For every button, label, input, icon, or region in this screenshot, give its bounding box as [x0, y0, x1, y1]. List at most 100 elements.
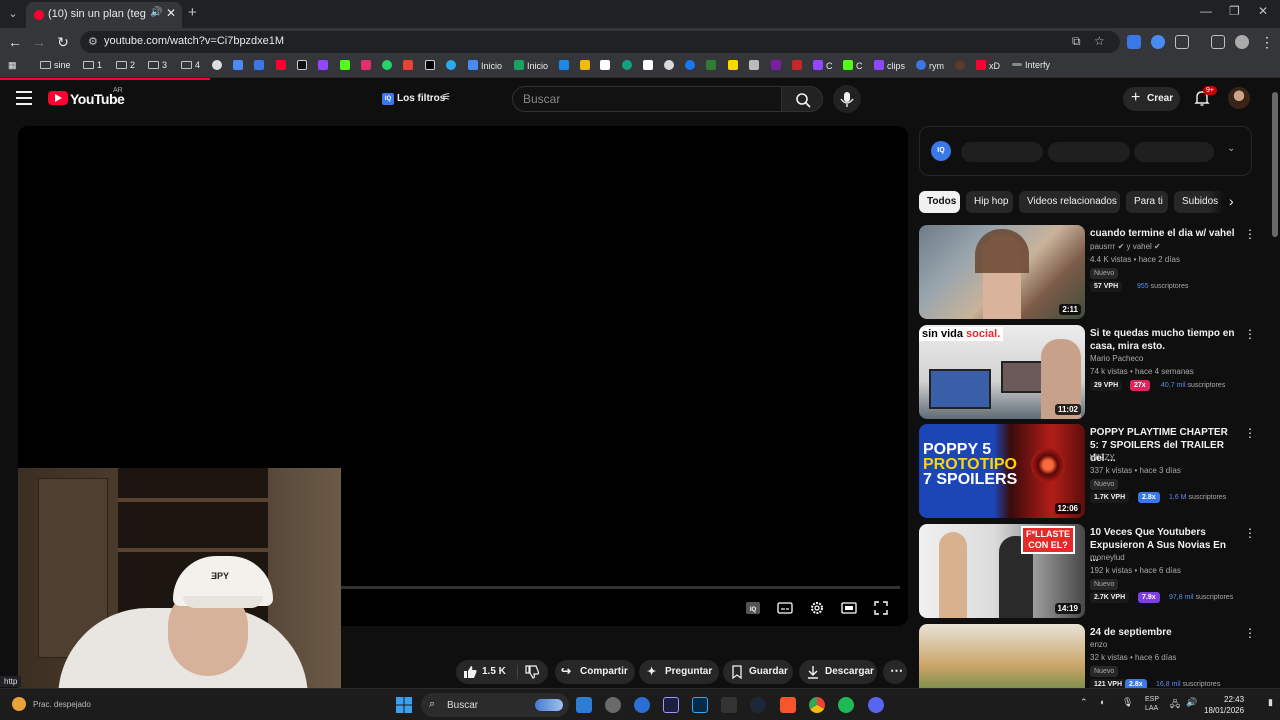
url-text[interactable]: youtube.com/watch?v=Ci7bpzdxe1M: [104, 35, 284, 47]
avatar[interactable]: [1228, 87, 1250, 109]
bookmark-c-1[interactable]: C: [813, 60, 833, 71]
channel-name[interactable]: Mario Pacheco: [1090, 354, 1143, 363]
chevron-down-icon[interactable]: ⌄: [1227, 143, 1235, 154]
extensions-puzzle-icon[interactable]: [1175, 35, 1189, 49]
search-input[interactable]: [523, 92, 773, 106]
back-icon[interactable]: ←: [6, 33, 24, 51]
volume-icon[interactable]: 🔊: [1186, 697, 1197, 708]
tray-chevron-icon[interactable]: ⌃: [1080, 697, 1088, 708]
bookmark-folder-3[interactable]: 3: [148, 60, 167, 70]
steam-icon[interactable]: [750, 697, 766, 713]
channel-name[interactable]: WIZZY: [1090, 453, 1115, 462]
window-close-icon[interactable]: ✕: [1258, 4, 1268, 18]
youtube-logo-icon[interactable]: [48, 91, 68, 105]
new-tab-button[interactable]: +: [188, 4, 197, 21]
reload-icon[interactable]: ↻: [54, 33, 72, 51]
forward-icon[interactable]: →: [30, 33, 48, 51]
subtitles-icon[interactable]: [776, 600, 794, 616]
bookmark-icon-9[interactable]: [706, 60, 719, 71]
more-vertical-icon[interactable]: ⋮: [1244, 426, 1256, 440]
share-button[interactable]: ↪ Compartir: [555, 660, 635, 684]
menu-icon[interactable]: [16, 91, 32, 105]
task-view-icon[interactable]: [576, 697, 592, 713]
bookmark-icon-14[interactable]: [955, 60, 968, 71]
create-button[interactable]: + Crear: [1123, 87, 1180, 111]
video-title[interactable]: 24 de septiembre: [1090, 626, 1235, 639]
bookmark-star-icon[interactable]: ☆: [1094, 34, 1105, 48]
apps-grid-icon[interactable]: ▦: [8, 60, 17, 71]
settings-gear-icon[interactable]: [808, 600, 826, 616]
taskbar-search[interactable]: ⌕ Buscar: [421, 693, 569, 717]
video-thumbnail[interactable]: [919, 624, 1085, 688]
bookmark-xd[interactable]: xD: [976, 60, 1000, 71]
channel-name[interactable]: pausrrr ✔ y vahel ✔: [1090, 242, 1161, 251]
dislike-icon[interactable]: [524, 664, 540, 680]
theater-mode-icon[interactable]: [840, 600, 858, 616]
bookmark-whatsapp[interactable]: [382, 60, 395, 71]
bookmark-gmail[interactable]: [403, 60, 416, 71]
language-indicator[interactable]: ESP LAA: [1145, 695, 1159, 713]
more-actions-button[interactable]: ⋯: [883, 660, 907, 684]
bookmark-icon-12[interactable]: [771, 60, 784, 71]
bookmark-facebook[interactable]: [685, 60, 698, 71]
bookmark-icon-11[interactable]: [749, 60, 762, 71]
page-scrollbar[interactable]: [1272, 82, 1278, 687]
fullscreen-icon[interactable]: [872, 600, 890, 616]
ask-button[interactable]: ✦ Preguntar: [639, 660, 719, 684]
video-title[interactable]: cuando termine el dia w/ vahel: [1090, 227, 1235, 240]
taskbar-app-icon[interactable]: [634, 697, 650, 713]
more-vertical-icon[interactable]: ⋮: [1244, 227, 1256, 241]
bookmark-binance[interactable]: [580, 60, 593, 71]
chrome-icon[interactable]: [809, 697, 825, 713]
extension-vpn-icon[interactable]: [1151, 35, 1165, 49]
bookmark-clips[interactable]: clips: [874, 60, 905, 71]
bookmark-inicio-1[interactable]: Inicio: [468, 60, 502, 71]
recommendation-item[interactable]: F*LLASTE CON EL? 14:19 10 Veces Que Youtu…: [919, 524, 1259, 618]
minimize-icon[interactable]: —: [1200, 4, 1212, 18]
bookmark-folder-4[interactable]: 4: [181, 60, 200, 70]
network-icon[interactable]: 🖧: [1170, 697, 1180, 713]
recommendation-item[interactable]: 24 de septiembre enzo 32 k vistas • hace…: [919, 624, 1259, 688]
discord-icon[interactable]: [868, 697, 884, 713]
tab-close-icon[interactable]: ✕: [166, 6, 176, 20]
chip-hip-hop[interactable]: Hip hop: [966, 191, 1013, 213]
install-app-icon[interactable]: ⧉: [1072, 34, 1081, 49]
speaker-icon[interactable]: 🔊: [150, 7, 162, 18]
bookmark-telegram[interactable]: [446, 60, 459, 71]
like-icon[interactable]: [462, 664, 478, 680]
chip-subidos[interactable]: Subidos: [1174, 191, 1224, 213]
taskbar-app-icon[interactable]: [605, 697, 621, 713]
filters-button[interactable]: IQ Los filtros ⚟: [376, 87, 458, 111]
bookmark-folder-2[interactable]: 2: [116, 60, 135, 70]
bookmark-folder-sine[interactable]: sine: [40, 60, 71, 70]
iq-player-icon[interactable]: IQ: [744, 600, 762, 616]
bookmark-icon-13[interactable]: [792, 60, 805, 71]
address-bar[interactable]: ⚙ youtube.com/watch?v=Ci7bpzdxe1M ⧉ ☆: [80, 31, 1120, 53]
bookmark-icon-10[interactable]: [728, 60, 741, 71]
more-vertical-icon[interactable]: ⋮: [1244, 626, 1256, 640]
bookmark-folder-1[interactable]: 1: [83, 60, 102, 70]
more-vertical-icon[interactable]: ⋮: [1244, 327, 1256, 341]
tab-search-button[interactable]: ⌄: [4, 5, 22, 23]
bookmark-icon-6[interactable]: [622, 60, 635, 71]
chrome-menu-icon[interactable]: ⋮: [1258, 33, 1276, 51]
video-thumbnail[interactable]: 2:11: [919, 225, 1085, 319]
video-thumbnail[interactable]: F*LLASTE CON EL? 14:19: [919, 524, 1085, 618]
bookmark-icon-4[interactable]: [559, 60, 572, 71]
profile-avatar-icon[interactable]: [1235, 35, 1249, 49]
bookmark-tiktok[interactable]: [297, 60, 310, 71]
bookmark-interfy[interactable]: Interfy: [1012, 60, 1050, 70]
bookmark-icon-2[interactable]: [233, 60, 246, 71]
notification-center-icon[interactable]: ▮: [1268, 697, 1273, 708]
download-button[interactable]: Descargar: [799, 660, 877, 684]
recommendation-item[interactable]: sin vida social. 11:02 Si te quedas much…: [919, 325, 1259, 419]
scrollbar-thumb[interactable]: [1272, 92, 1278, 237]
site-info-icon[interactable]: ⚙: [88, 35, 98, 48]
channel-name[interactable]: moneylud: [1090, 553, 1125, 562]
bookmark-twitch[interactable]: [318, 60, 331, 71]
tray-mic-icon[interactable]: 🎙: [1122, 697, 1133, 708]
save-button[interactable]: Guardar: [723, 660, 793, 684]
bookmark-icon-5[interactable]: [600, 60, 613, 71]
bookmark-c-2[interactable]: C: [843, 60, 863, 71]
like-count[interactable]: 1.5 K: [482, 666, 506, 677]
